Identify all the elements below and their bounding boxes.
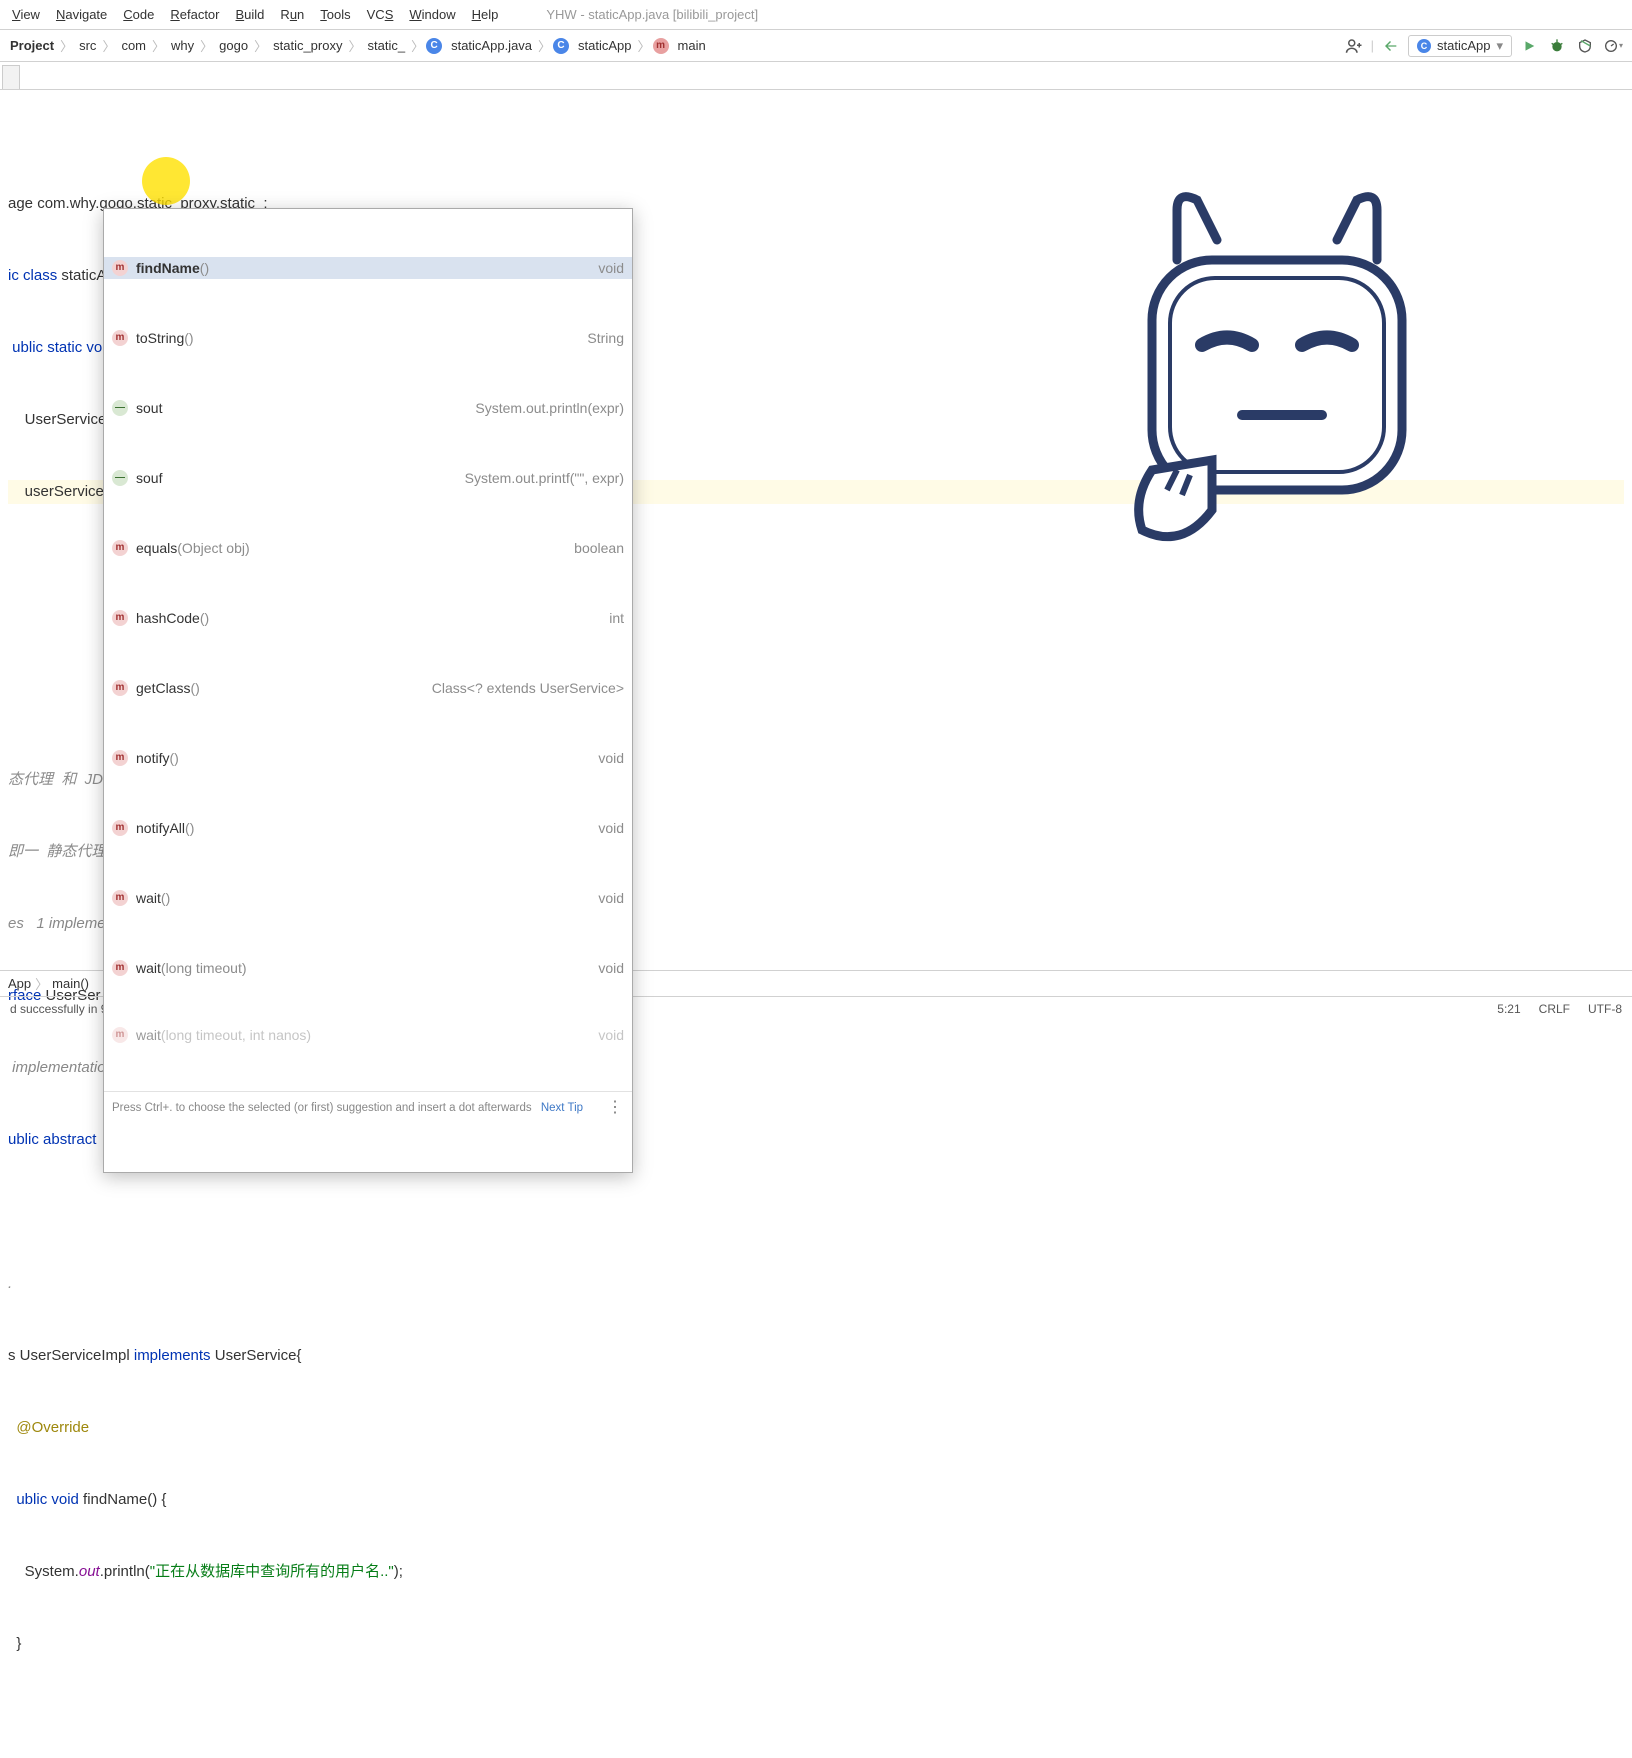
autocomplete-item[interactable]: m equals(Object obj) boolean [104,537,632,559]
code-line: System.out.println("正在从数据库中查询所有的用户名.."); [8,1560,1624,1584]
menu-bar: View Navigate Code Refactor Build Run To… [0,0,1632,30]
autocomplete-item[interactable]: m getClass() Class<? extends UserService… [104,677,632,699]
chevron-icon: 〉 [152,36,165,55]
menu-help[interactable]: Help [464,3,507,26]
code-line: @Override [8,1416,1624,1440]
navigation-toolbar: Project 〉 src 〉 com 〉 why 〉 gogo 〉 stati… [0,30,1632,62]
next-tip-link[interactable]: Next Tip [541,1102,583,1114]
autocomplete-item[interactable]: m findName() void [104,257,632,279]
class-icon: C [426,38,442,54]
autocomplete-item[interactable]: m toString() String [104,327,632,349]
breadcrumb-method-bottom[interactable]: main() [52,976,89,991]
breadcrumb: Project 〉 src 〉 com 〉 why 〉 gogo 〉 stati… [0,36,1343,55]
menu-refactor[interactable]: Refactor [162,3,227,26]
method-icon: m [112,1027,128,1043]
coverage-icon[interactable] [1574,35,1596,57]
status-line-separator[interactable]: CRLF [1539,1002,1570,1016]
breadcrumb-why[interactable]: why [167,36,198,55]
dropdown-arrow-icon: ▾ [1496,38,1503,54]
run-config-label: staticApp [1437,38,1490,53]
chevron-icon: 〉 [102,36,115,55]
breadcrumb-class[interactable]: staticApp [574,36,635,55]
menu-navigate[interactable]: Navigate [48,3,115,26]
chevron-icon: 〉 [35,974,48,993]
chevron-icon: 〉 [411,36,424,55]
autocomplete-popup: m findName() void m toString() String — … [103,208,633,1173]
template-icon: — [112,470,128,486]
autocomplete-item[interactable]: m notify() void [104,747,632,769]
chevron-icon: 〉 [348,36,361,55]
breadcrumb-gogo[interactable]: gogo [215,36,252,55]
chevron-icon: 〉 [538,36,551,55]
breadcrumb-method[interactable]: main [674,36,710,55]
autocomplete-item[interactable]: m hashCode() int [104,607,632,629]
code-line: . [8,1272,1624,1296]
breadcrumb-com[interactable]: com [117,36,150,55]
method-icon: m [112,890,128,906]
autocomplete-item[interactable]: m wait(long timeout, int nanos) void [104,1027,632,1043]
autocomplete-item[interactable]: — sout System.out.println(expr) [104,397,632,419]
method-icon: m [112,330,128,346]
profiler-icon[interactable]: ▾ [1602,35,1624,57]
method-icon: m [112,820,128,836]
window-title: YHW - staticApp.java [bilibili_project] [546,7,758,22]
chevron-icon: 〉 [254,36,267,55]
status-position[interactable]: 5:21 [1497,1002,1520,1016]
code-line: s UserServiceImpl implements UserService… [8,1344,1624,1368]
menu-view[interactable]: View [4,3,48,26]
menu-code[interactable]: Code [115,3,162,26]
menu-window[interactable]: Window [401,3,463,26]
autocomplete-hint: Press Ctrl+. to choose the selected (or … [104,1091,632,1124]
method-icon: m [112,260,128,276]
class-icon: C [1417,39,1431,53]
method-icon: m [112,680,128,696]
editor-tabs [0,62,1632,90]
chevron-icon: 〉 [60,36,73,55]
breadcrumb-project[interactable]: Project [6,36,58,55]
back-build-icon[interactable] [1380,35,1402,57]
cursor-highlight [142,157,190,205]
run-icon[interactable] [1518,35,1540,57]
autocomplete-item[interactable]: m wait() void [104,887,632,909]
breadcrumb-static-proxy[interactable]: static_proxy [269,36,346,55]
autocomplete-item[interactable]: — souf System.out.printf("", expr) [104,467,632,489]
method-icon: m [112,750,128,766]
mascot-image [1082,150,1442,570]
breadcrumb-src[interactable]: src [75,36,100,55]
menu-vcs[interactable]: VCS [359,3,402,26]
menu-tools[interactable]: Tools [312,3,358,26]
autocomplete-item[interactable]: m notifyAll() void [104,817,632,839]
debug-icon[interactable] [1546,35,1568,57]
autocomplete-item[interactable]: m wait(long timeout) void [104,957,632,979]
method-icon: m [112,540,128,556]
run-config-selector[interactable]: C staticApp ▾ [1408,35,1512,57]
breadcrumb-file[interactable]: staticApp.java [447,36,536,55]
editor-tab-staticapp[interactable] [2,65,20,89]
add-user-icon[interactable] [1343,35,1365,57]
breadcrumb-static[interactable]: static_ [364,36,410,55]
method-icon: m [112,610,128,626]
chevron-icon: 〉 [638,36,651,55]
menu-build[interactable]: Build [228,3,273,26]
chevron-icon: 〉 [200,36,213,55]
more-icon[interactable]: ⋮ [607,1096,624,1120]
menu-run[interactable]: Run [272,3,312,26]
toolbar-right: | C staticApp ▾ ▾ [1343,35,1632,57]
method-icon: m [112,960,128,976]
code-line [8,1200,1624,1224]
breadcrumb-class-bottom[interactable]: App [8,976,31,991]
code-line: } [8,1632,1624,1656]
status-encoding[interactable]: UTF-8 [1588,1002,1622,1016]
code-line: ublic void findName() { [8,1488,1624,1512]
class-icon: C [553,38,569,54]
template-icon: — [112,400,128,416]
method-icon: m [653,38,669,54]
